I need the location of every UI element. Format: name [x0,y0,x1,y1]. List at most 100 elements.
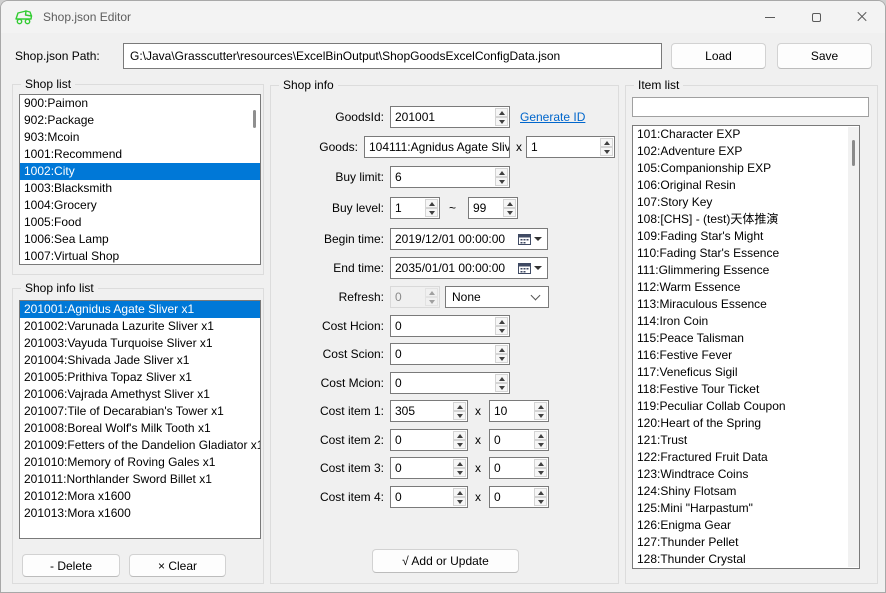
list-item[interactable]: 111:Glimmering Essence [633,262,859,279]
item-search-input[interactable] [632,97,869,117]
list-item[interactable]: 126:Enigma Gear [633,517,859,534]
delete-button[interactable]: - Delete [22,554,120,577]
clear-button[interactable]: × Clear [129,554,226,577]
spinner-arrows[interactable] [494,316,509,336]
goods-id-spinner[interactable]: 201001 [390,106,510,128]
list-item[interactable]: 201008:Boreal Wolf's Milk Tooth x1 [20,420,260,437]
spin-down-icon[interactable] [495,383,508,392]
list-item[interactable]: 109:Fading Star's Might [633,228,859,245]
item-listbox[interactable]: 101:Character EXP102:Adventure EXP105:Co… [632,125,860,569]
list-item[interactable]: 118:Festive Tour Ticket [633,381,859,398]
list-item[interactable]: 110:Fading Star's Essence [633,245,859,262]
scrollbar-thumb[interactable] [253,110,256,128]
list-item[interactable]: 101:Character EXP [633,126,859,143]
list-item[interactable]: 112:Warm Essence [633,279,859,296]
scrollbar-thumb[interactable] [852,140,855,166]
spinner-arrows[interactable] [533,401,548,421]
list-item[interactable]: 1006:Sea Lamp [20,231,260,248]
list-item[interactable]: 1007:Virtual Shop [20,248,260,265]
list-item[interactable]: 127:Thunder Pellet [633,534,859,551]
spinner-arrows[interactable] [502,198,517,218]
spin-down-icon[interactable] [495,117,508,126]
close-button[interactable] [839,1,885,33]
generate-id-link[interactable]: Generate ID [520,110,585,124]
list-item[interactable]: 1005:Food [20,214,260,231]
spin-up-icon[interactable] [495,168,508,177]
spin-up-icon[interactable] [495,345,508,354]
spin-down-icon[interactable] [495,354,508,363]
list-item[interactable]: 201010:Memory of Roving Gales x1 [20,454,260,471]
cost-item-4-count-spinner[interactable]: 0 [489,486,549,508]
list-item[interactable]: 201006:Vajrada Amethyst Sliver x1 [20,386,260,403]
list-item[interactable]: 201002:Varunada Lazurite Sliver x1 [20,318,260,335]
shop-listbox[interactable]: 900:Paimon902:Package903:Mcoin1001:Recom… [19,94,261,265]
end-time-picker[interactable]: 2035/01/01 00:00:00 [390,257,548,279]
spinner-arrows[interactable] [494,167,509,187]
list-item[interactable]: 201001:Agnidus Agate Sliver x1 [20,301,260,318]
spin-up-icon[interactable] [534,402,547,411]
save-button[interactable]: Save [777,43,872,69]
spinner-arrows[interactable] [494,344,509,364]
list-item[interactable]: 1004:Grocery [20,197,260,214]
list-item[interactable]: 1001:Recommend [20,146,260,163]
list-item[interactable]: 201011:Northlander Sword Billet x1 [20,471,260,488]
buy-level-max-spinner[interactable]: 99 [468,197,518,219]
spin-down-icon[interactable] [453,497,466,506]
list-item[interactable]: 116:Festive Fever [633,347,859,364]
cost-item-4-id-spinner[interactable]: 0 [390,486,468,508]
shop-info-listbox[interactable]: 201001:Agnidus Agate Sliver x1201002:Var… [19,300,261,539]
spin-down-icon[interactable] [534,440,547,449]
cost-item-1-count-spinner[interactable]: 10 [489,400,549,422]
list-item[interactable]: 900:Paimon [20,95,260,112]
spin-down-icon[interactable] [453,468,466,477]
list-item[interactable]: 125:Mini "Harpastum" [633,500,859,517]
list-item[interactable]: 201005:Prithiva Topaz Sliver x1 [20,369,260,386]
list-item[interactable]: 124:Shiny Flotsam [633,483,859,500]
spin-up-icon[interactable] [503,199,516,208]
spinner-arrows[interactable] [424,198,439,218]
spin-up-icon[interactable] [453,488,466,497]
list-item[interactable]: 115:Peace Talisman [633,330,859,347]
list-item[interactable]: 201007:Tile of Decarabian's Tower x1 [20,403,260,420]
spin-up-icon[interactable] [453,402,466,411]
spin-down-icon[interactable] [495,177,508,186]
spinner-arrows[interactable] [494,373,509,393]
spin-up-icon[interactable] [534,488,547,497]
cost-item-3-count-spinner[interactable]: 0 [489,457,549,479]
goods-value-box[interactable]: 104111:Agnidus Agate Sliver [364,136,510,158]
maximize-button[interactable] [793,1,839,33]
spin-up-icon[interactable] [495,374,508,383]
list-item[interactable]: 102:Adventure EXP [633,143,859,160]
path-input[interactable] [123,43,662,69]
spin-down-icon[interactable] [600,147,613,156]
list-item[interactable]: 107:Story Key [633,194,859,211]
cost-hcion-spinner[interactable]: 0 [390,315,510,337]
list-item[interactable]: 128:Thunder Crystal [633,551,859,568]
spin-up-icon[interactable] [534,431,547,440]
list-item[interactable]: 201012:Mora x1600 [20,488,260,505]
spinner-arrows[interactable] [452,401,467,421]
spin-up-icon[interactable] [453,431,466,440]
spin-down-icon[interactable] [534,468,547,477]
spin-down-icon[interactable] [503,208,516,217]
begin-time-picker[interactable]: 2019/12/01 00:00:00 [390,228,548,250]
goods-count-spinner[interactable]: 1 [526,136,615,158]
spinner-arrows[interactable] [599,137,614,157]
list-item[interactable]: 903:Mcoin [20,129,260,146]
list-item[interactable]: 106:Original Resin [633,177,859,194]
spin-down-icon[interactable] [425,208,438,217]
list-item[interactable]: 117:Veneficus Sigil [633,364,859,381]
buy-limit-spinner[interactable]: 6 [390,166,510,188]
list-item[interactable]: 902:Package [20,112,260,129]
dropdown-arrow-icon[interactable] [534,237,542,241]
list-item[interactable]: 119:Peculiar Collab Coupon [633,398,859,415]
list-item[interactable]: 201009:Fetters of the Dandelion Gladiato… [20,437,260,454]
cost-item-2-count-spinner[interactable]: 0 [489,429,549,451]
spin-up-icon[interactable] [495,317,508,326]
load-button[interactable]: Load [671,43,766,69]
cost-item-3-id-spinner[interactable]: 0 [390,457,468,479]
cost-scion-spinner[interactable]: 0 [390,343,510,365]
list-item[interactable]: 108:[CHS] - (test)天体推演 [633,211,859,228]
list-item[interactable]: 1002:City [20,163,260,180]
spinner-arrows[interactable] [533,430,548,450]
